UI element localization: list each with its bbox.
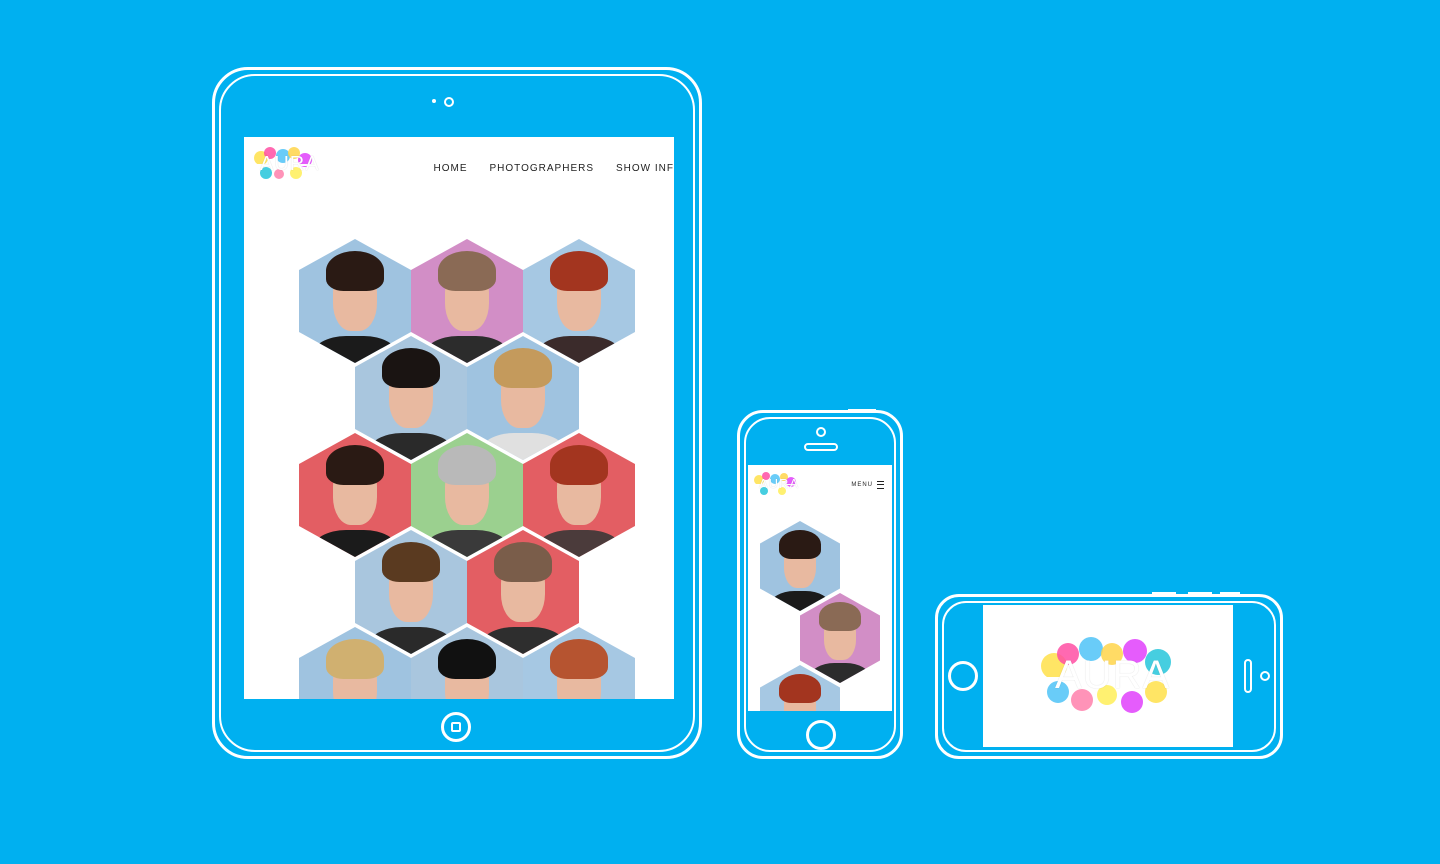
iphone-speaker [804,443,838,451]
portrait-hair [437,639,497,680]
portrait-hair [779,674,821,703]
iphone-top-bar [748,461,892,465]
nav-show-info[interactable]: SHOW INF [616,163,674,174]
portrait-hex[interactable] [467,530,579,654]
portrait-hex[interactable] [355,336,467,460]
portrait-hair [381,542,441,583]
aura-logo-large: AURA [1027,633,1191,723]
portrait-hex[interactable] [411,433,523,557]
iphone-landscape-speaker [1244,659,1252,693]
mobile-portrait-hex[interactable] [800,593,880,683]
portrait-hair [325,639,385,680]
portrait-hex[interactable] [355,530,467,654]
ipad-screen: AURA HOME PHOTOGRAPHERS SHOW INF [244,131,674,699]
portrait-hair [549,445,609,486]
portrait-hex[interactable] [299,239,411,363]
portrait-hex[interactable] [523,433,635,557]
ipad-top-bar [244,131,674,137]
portrait-hair [325,445,385,486]
mute-switch [1220,592,1240,595]
portrait-hair [325,251,385,292]
ipad-camera-dot [432,99,436,103]
hamburger-icon [877,481,884,489]
logo-text: AURA [260,153,320,175]
portrait-hex[interactable] [299,433,411,557]
portrait-hex[interactable] [523,239,635,363]
aura-logo-small[interactable]: AURA [752,471,798,499]
iphone-landscape-device: AURA [935,592,1283,759]
iphone-camera [816,427,826,437]
portrait-hex-grid [299,239,635,699]
portrait-hair [381,348,441,389]
ipad-camera [444,97,454,107]
aura-logo[interactable]: AURA [250,145,320,185]
portrait-hair [549,251,609,292]
portrait-hair [779,530,821,559]
volume-button-1 [1152,592,1176,595]
volume-button-2 [1188,592,1212,595]
mobile-hex-column [760,521,884,711]
iphone-power-button [848,409,876,412]
portrait-hair [549,639,609,680]
portrait-hex[interactable] [411,239,523,363]
logo-text-large: AURA [1055,653,1171,697]
iphone-landscape-screen: AURA [983,605,1233,747]
nav-home[interactable]: HOME [434,163,468,174]
portrait-hair [493,542,553,583]
ipad-device: AURA HOME PHOTOGRAPHERS SHOW INF [212,67,702,759]
portrait-hair [437,445,497,486]
portrait-hair [493,348,553,389]
portrait-hair [819,602,861,631]
portrait-hex[interactable] [467,336,579,460]
logo-text-small: AURA [759,476,800,491]
ipad-home-button[interactable] [441,712,471,742]
main-navigation: HOME PHOTOGRAPHERS SHOW INF [434,163,675,174]
nav-photographers[interactable]: PHOTOGRAPHERS [490,163,595,174]
iphone-home-button[interactable] [806,720,836,750]
menu-button[interactable]: MENU [851,481,884,489]
portrait-hair [437,251,497,292]
iphone-screen: AURA MENU [748,461,892,711]
iphone-landscape-camera [1260,671,1270,681]
iphone-portrait-device: AURA MENU [737,409,903,759]
mobile-portrait-hex[interactable] [760,521,840,611]
menu-label: MENU [851,482,873,488]
iphone-landscape-home-button[interactable] [948,661,978,691]
